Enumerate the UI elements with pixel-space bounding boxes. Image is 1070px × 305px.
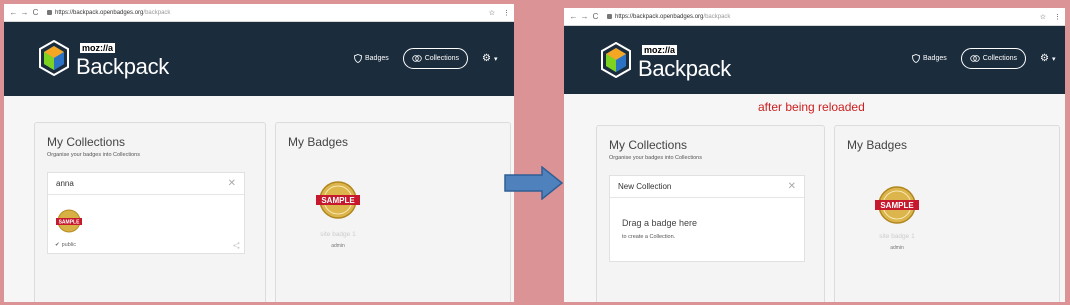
collection-card[interactable]: anna ✕ SAMPLE ✔ public — [47, 172, 245, 254]
drop-zone-subtitle: to create a Collection. — [622, 234, 676, 240]
forward-button[interactable]: → — [579, 12, 590, 21]
chevron-down-icon: ▾ — [493, 55, 498, 63]
gear-icon: ⚙ — [482, 53, 491, 64]
gear-icon: ⚙ — [1040, 53, 1049, 64]
main-nav: Badges Collections ⚙ ▾ — [912, 48, 1055, 69]
settings-menu[interactable]: ⚙ ▾ — [482, 53, 497, 64]
bookmark-star-icon[interactable]: ☆ — [489, 9, 495, 17]
drop-zone-title: Drag a badge here — [622, 218, 698, 228]
sample-badge-image[interactable]: SAMPLE — [873, 183, 921, 227]
browser-menu-icon[interactable]: ⋮ — [503, 9, 510, 17]
badges-title: My Badges — [847, 138, 908, 152]
nav-collections[interactable]: Collections — [960, 48, 1026, 69]
badges-panel: My Badges SAMPLE site badge 1 admin — [834, 125, 1060, 302]
settings-menu[interactable]: ⚙ ▾ — [1040, 53, 1055, 64]
backpack-hex-icon — [39, 40, 69, 76]
close-icon[interactable]: ✕ — [228, 178, 236, 189]
url-path: /backpack — [703, 13, 731, 20]
badge-owner: admin — [331, 243, 345, 249]
reload-button[interactable]: C — [30, 8, 41, 17]
new-collection-card[interactable]: New Collection ✕ Drag a badge here to cr… — [609, 175, 805, 262]
collections-subtitle: Organise your badges into Collections — [609, 155, 702, 161]
collections-panel: My Collections Organise your badges into… — [34, 122, 266, 302]
site-header: moz://a Backpack Badges Collections ⚙ ▾ — [4, 22, 514, 96]
site-header: moz://a Backpack Badges Collections ⚙ ▾ — [564, 26, 1065, 94]
badges-title: My Badges — [288, 135, 349, 149]
backpack-logo[interactable]: moz://a Backpack — [38, 38, 169, 78]
transition-arrow-icon — [504, 166, 564, 200]
mozilla-wordmark: moz://a — [80, 43, 116, 53]
browser-toolbar: ← → C https://backpack.openbadges.org /b… — [564, 8, 1065, 26]
chevron-down-icon: ▾ — [1051, 55, 1056, 63]
brand-name: Backpack — [76, 54, 169, 79]
shield-icon — [912, 54, 920, 63]
nav-badges[interactable]: Badges — [354, 54, 389, 63]
reload-button[interactable]: C — [590, 12, 601, 21]
badge-seal-text: SAMPLE — [59, 220, 81, 226]
collections-title: My Collections — [47, 135, 126, 149]
public-toggle[interactable]: ✔ public — [55, 242, 76, 248]
lock-icon — [607, 14, 612, 19]
collections-icon — [412, 55, 422, 62]
badge-seal-text: SAMPLE — [321, 196, 355, 205]
url-host: https://backpack.openbadges.org — [55, 9, 144, 16]
badges-panel: My Badges SAMPLE site badge 1 admin — [275, 122, 511, 302]
collections-panel: My Collections Organise your badges into… — [596, 125, 825, 302]
url-host: https://backpack.openbadges.org — [615, 13, 704, 20]
collection-name[interactable]: anna — [56, 179, 74, 188]
badge-owner: admin — [890, 245, 904, 251]
sample-badge-image[interactable]: SAMPLE — [314, 178, 362, 222]
nav-badges-label: Badges — [365, 55, 389, 62]
address-bar[interactable]: https://backpack.openbadges.org /backpac… — [47, 10, 489, 16]
backpack-hex-icon — [601, 42, 631, 78]
share-icon[interactable] — [233, 242, 240, 249]
main-nav: Badges Collections ⚙ ▾ — [354, 48, 497, 69]
nav-badges[interactable]: Badges — [912, 54, 947, 63]
collections-icon — [970, 55, 980, 62]
reload-annotation: after being reloaded — [758, 100, 865, 114]
badge-caption: site badge 1 — [320, 231, 356, 238]
screenshot-before: ← → C https://backpack.openbadges.org /b… — [4, 4, 514, 302]
backpack-logo[interactable]: moz://a Backpack — [600, 40, 731, 80]
nav-badges-label: Badges — [923, 55, 947, 62]
collections-subtitle: Organise your badges into Collections — [47, 152, 140, 158]
collection-card-header: anna ✕ — [48, 173, 244, 195]
mozilla-wordmark: moz://a — [642, 45, 678, 55]
url-path: /backpack — [143, 9, 171, 16]
lock-icon — [47, 10, 52, 15]
nav-collections[interactable]: Collections — [402, 48, 468, 69]
browser-menu-icon[interactable]: ⋮ — [1054, 13, 1061, 21]
nav-collections-label: Collections — [424, 55, 459, 62]
checkbox-icon: ✔ — [55, 242, 60, 248]
new-collection-header: New Collection ✕ — [610, 176, 804, 198]
shield-icon — [354, 54, 362, 63]
badge-seal-icon: SAMPLE — [56, 209, 82, 233]
forward-button[interactable]: → — [19, 8, 30, 17]
bookmark-star-icon[interactable]: ☆ — [1040, 13, 1046, 21]
screenshot-after: ← → C https://backpack.openbadges.org /b… — [564, 8, 1065, 302]
badge-caption: site badge 1 — [879, 233, 915, 240]
badge-seal-text: SAMPLE — [880, 201, 914, 210]
address-bar[interactable]: https://backpack.openbadges.org /backpac… — [607, 14, 1040, 20]
collections-title: My Collections — [609, 138, 688, 152]
nav-collections-label: Collections — [982, 55, 1017, 62]
brand-name: Backpack — [638, 56, 731, 81]
back-button[interactable]: ← — [8, 8, 19, 17]
public-label: public — [61, 242, 76, 248]
new-collection-name[interactable]: New Collection — [618, 182, 671, 191]
browser-toolbar: ← → C https://backpack.openbadges.org /b… — [4, 4, 514, 22]
back-button[interactable]: ← — [568, 12, 579, 21]
close-icon[interactable]: ✕ — [788, 181, 796, 192]
